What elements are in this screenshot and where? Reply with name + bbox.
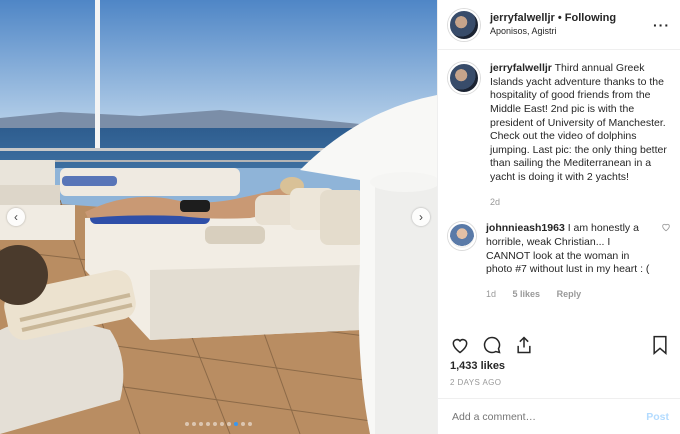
carousel-dot: [248, 422, 252, 426]
carousel-dot: [227, 422, 231, 426]
post-photo[interactable]: ‹ ›: [0, 0, 437, 434]
share-icon[interactable]: [514, 335, 534, 360]
bookmark-icon[interactable]: [651, 335, 669, 360]
comment-like-icon[interactable]: [661, 222, 671, 300]
yacht-photo: [0, 0, 437, 434]
carousel-dot: [241, 422, 245, 426]
likes-count[interactable]: 1,433 likes: [450, 360, 505, 372]
post-timestamp: 2 DAYS AGO: [450, 378, 502, 387]
caption-age: 2d: [490, 196, 501, 207]
comment-icon[interactable]: [482, 335, 502, 360]
avatar[interactable]: [448, 62, 480, 94]
carousel-dot: [192, 422, 196, 426]
carousel-dot: [220, 422, 224, 426]
comments-section: jerryfalwelljr Third annual Greek Island…: [438, 50, 680, 323]
comment-input[interactable]: [450, 409, 647, 424]
comment-likes[interactable]: 5 likes: [513, 289, 541, 299]
carousel-dot: [199, 422, 203, 426]
follow-separator: •: [554, 12, 565, 24]
carousel-indicator: [0, 422, 437, 426]
reply-button[interactable]: Reply: [557, 289, 582, 299]
carousel-dot: [185, 422, 189, 426]
avatar[interactable]: [448, 8, 480, 41]
comment-username[interactable]: johnnieash1963: [486, 222, 565, 234]
heart-icon[interactable]: [450, 335, 470, 360]
caption: jerryfalwelljr Third annual Greek Island…: [448, 62, 671, 208]
comment-age: 1d: [486, 289, 497, 300]
location-link[interactable]: Aponisos, Agistri: [490, 26, 653, 37]
avatar[interactable]: [448, 222, 476, 251]
more-icon[interactable]: ···: [653, 17, 670, 33]
post-header: jerryfalwelljr • Following Aponisos, Agi…: [438, 0, 680, 50]
comment-item: johnnieash1963 I am honestly a horrible,…: [448, 222, 671, 300]
username-link[interactable]: jerryfalwelljr: [490, 12, 555, 24]
chevron-left-icon[interactable]: ‹: [7, 208, 25, 226]
post-button[interactable]: Post: [646, 411, 669, 423]
post-side-panel: jerryfalwelljr • Following Aponisos, Agi…: [437, 0, 680, 434]
chevron-right-icon[interactable]: ›: [412, 208, 430, 226]
action-bar: [438, 330, 680, 364]
caption-text: Third annual Greek Islands yacht adventu…: [490, 62, 667, 184]
carousel-dot-active: [234, 422, 238, 426]
add-comment-bar: Post: [438, 398, 680, 434]
carousel-dot: [213, 422, 217, 426]
carousel-dot: [206, 422, 210, 426]
caption-username[interactable]: jerryfalwelljr: [490, 62, 552, 74]
following-button[interactable]: Following: [565, 12, 616, 24]
